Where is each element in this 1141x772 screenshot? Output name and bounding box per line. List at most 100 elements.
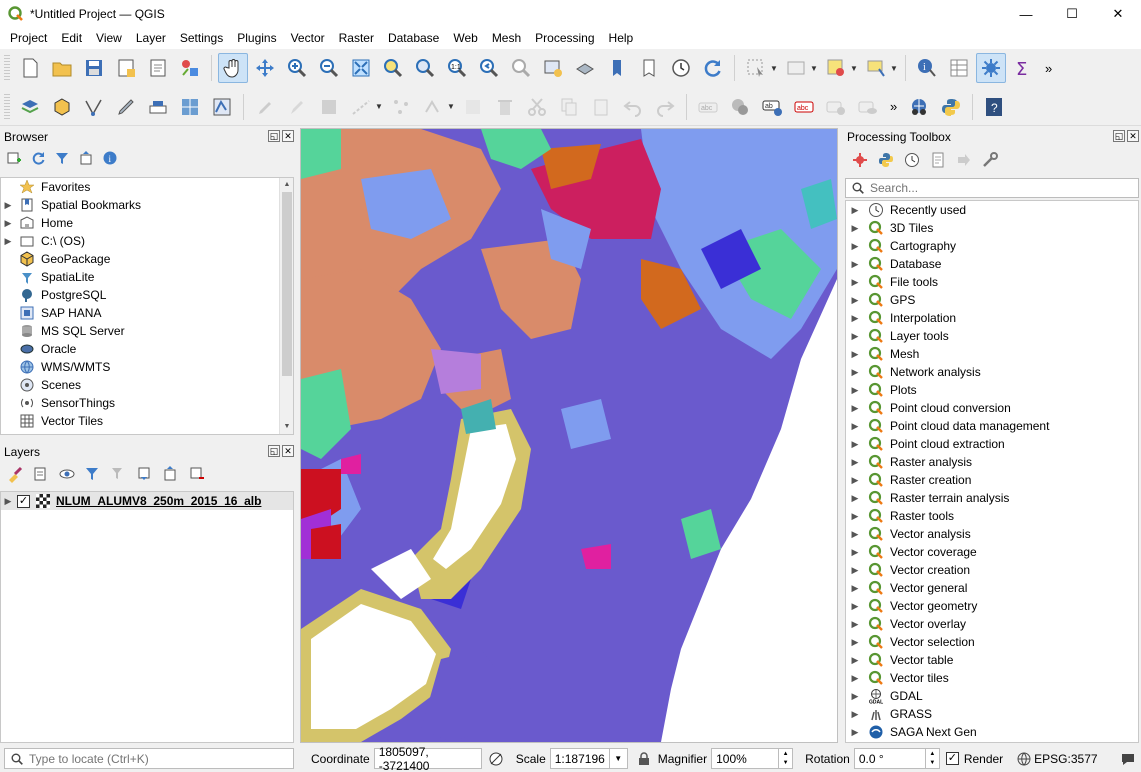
metasearch-icon[interactable] (904, 92, 934, 122)
new-print-layout-icon[interactable] (111, 53, 141, 83)
digitize-pen-icon[interactable] (111, 92, 141, 122)
messages-icon[interactable] (1120, 752, 1136, 766)
menu-mesh[interactable]: Mesh (485, 28, 528, 49)
processing-item[interactable]: ▶ File tools (846, 273, 1138, 291)
add-line-icon[interactable] (346, 92, 376, 122)
delete-selected-icon[interactable] (490, 92, 520, 122)
minimize-button[interactable]: — (1003, 0, 1049, 28)
chevron-right-icon[interactable]: ▶ (1, 218, 15, 229)
scroll-up-icon[interactable]: ▲ (280, 178, 293, 192)
style-manager-icon[interactable] (175, 53, 205, 83)
processing-item[interactable]: ▶ Point cloud extraction (846, 435, 1138, 453)
zoom-out-icon[interactable] (314, 53, 344, 83)
add-selected-layers-icon[interactable] (6, 150, 22, 166)
chevron-right-icon[interactable]: ▶ (848, 673, 862, 684)
refresh-icon[interactable] (30, 150, 46, 166)
chevron-right-icon[interactable]: ▶ (848, 439, 862, 450)
save-project-icon[interactable] (79, 53, 109, 83)
toggle-editing-icon[interactable] (250, 92, 280, 122)
select-location-icon[interactable] (861, 53, 891, 83)
chevron-down-icon[interactable]: ▼ (447, 102, 455, 111)
models-icon[interactable] (851, 151, 869, 169)
menu-edit[interactable]: Edit (54, 28, 89, 49)
magnifier-field[interactable]: 100% (711, 748, 780, 769)
refresh-icon[interactable] (698, 53, 728, 83)
processing-item[interactable]: ▶ Vector general (846, 579, 1138, 597)
maximize-button[interactable]: ☐ (1049, 0, 1095, 28)
paste-features-icon[interactable] (586, 92, 616, 122)
browser-item[interactable]: SpatiaLite (1, 268, 293, 286)
undock-icon[interactable]: ◱ (1113, 130, 1125, 142)
menu-layer[interactable]: Layer (129, 28, 173, 49)
chevron-right-icon[interactable]: ▶ (848, 223, 862, 234)
chevron-right-icon[interactable]: ▶ (848, 457, 862, 468)
search-input[interactable] (870, 181, 1110, 195)
menu-database[interactable]: Database (381, 28, 446, 49)
save-edits-icon[interactable] (314, 92, 344, 122)
menu-plugins[interactable]: Plugins (230, 28, 283, 49)
processing-item[interactable]: ▶ Vector overlay (846, 615, 1138, 633)
add-group-icon[interactable] (32, 465, 50, 483)
processing-item[interactable]: ▶ Database (846, 255, 1138, 273)
chevron-right-icon[interactable]: ▶ (848, 727, 862, 738)
chevron-right-icon[interactable]: ▶ (1, 236, 15, 247)
copy-features-icon[interactable] (554, 92, 584, 122)
new-3d-map-view-icon[interactable] (570, 53, 600, 83)
chevron-right-icon[interactable]: ▶ (848, 367, 862, 378)
chevron-right-icon[interactable]: ▶ (848, 331, 862, 342)
edit-pencil-icon[interactable] (282, 92, 312, 122)
processing-item[interactable]: ▶ Raster terrain analysis (846, 489, 1138, 507)
chevron-right-icon[interactable]: ▶ (848, 493, 862, 504)
chevron-right-icon[interactable]: ▶ (848, 313, 862, 324)
help-icon[interactable]: ? (979, 92, 1009, 122)
browser-item[interactable]: Vector Tiles (1, 412, 293, 430)
coordinate-field[interactable]: 1805097, -3721400 (373, 745, 482, 772)
processing-item[interactable]: ▶ Raster analysis (846, 453, 1138, 471)
add-mesh-icon[interactable] (207, 92, 237, 122)
new-map-view-icon[interactable] (538, 53, 568, 83)
select-features-icon[interactable] (741, 53, 771, 83)
zoom-in-icon[interactable] (282, 53, 312, 83)
results-viewer-icon[interactable] (929, 151, 947, 169)
chevron-right-icon[interactable]: ▶ (1, 200, 15, 211)
browser-item[interactable]: PostgreSQL (1, 286, 293, 304)
toggle-extents-icon[interactable] (488, 751, 504, 767)
python-scripts-icon[interactable] (877, 151, 895, 169)
processing-item[interactable]: ▶ Recently used (846, 201, 1138, 219)
processing-item[interactable]: ▶ 3D Tiles (846, 219, 1138, 237)
chevron-down-icon[interactable]: ▼ (810, 64, 818, 73)
chevron-right-icon[interactable]: ▶ (848, 637, 862, 648)
toolbar-grip[interactable] (4, 93, 10, 120)
globe-icon[interactable] (1017, 752, 1031, 766)
layer-name[interactable]: NLUM_ALUMV8_250m_2015_16_alb (56, 494, 261, 508)
menu-web[interactable]: Web (446, 28, 484, 49)
vertex-tool-icon[interactable] (386, 92, 416, 122)
collapse-all-icon[interactable] (78, 150, 94, 166)
locator-input[interactable] (29, 751, 279, 766)
select-by-value-icon[interactable] (781, 53, 811, 83)
pan-map-icon[interactable] (218, 53, 248, 83)
chevron-right-icon[interactable]: ▶ (848, 403, 862, 414)
pin-labels-icon[interactable] (821, 92, 851, 122)
filter-icon[interactable] (54, 150, 70, 166)
browser-scrollbar[interactable]: ▲ ▼ (279, 178, 293, 434)
chevron-right-icon[interactable]: ▶ (848, 295, 862, 306)
chevron-right-icon[interactable]: ▶ (848, 565, 862, 576)
close-icon[interactable]: ✕ (282, 130, 294, 142)
digitize-vertex-icon[interactable] (79, 92, 109, 122)
menu-settings[interactable]: Settings (173, 28, 230, 49)
browser-item[interactable]: MS SQL Server (1, 322, 293, 340)
processing-item[interactable]: ▶ Cartography (846, 237, 1138, 255)
chevron-down-icon[interactable]: ▼ (850, 64, 858, 73)
toolbox-icon[interactable] (976, 53, 1006, 83)
chevron-right-icon[interactable]: ▶ (848, 511, 862, 522)
browser-item[interactable]: ▶ C:\ (OS) (1, 232, 293, 250)
layout-manager-icon[interactable] (143, 53, 173, 83)
chevron-right-icon[interactable]: ▶ (848, 475, 862, 486)
menu-raster[interactable]: Raster (332, 28, 381, 49)
pan-to-selection-icon[interactable] (250, 53, 280, 83)
identify-features-icon[interactable]: i (912, 53, 942, 83)
processing-item[interactable]: ▶ Network analysis (846, 363, 1138, 381)
processing-item[interactable]: ▶ Vector analysis (846, 525, 1138, 543)
processing-item[interactable]: ▶ Vector tiles (846, 669, 1138, 687)
